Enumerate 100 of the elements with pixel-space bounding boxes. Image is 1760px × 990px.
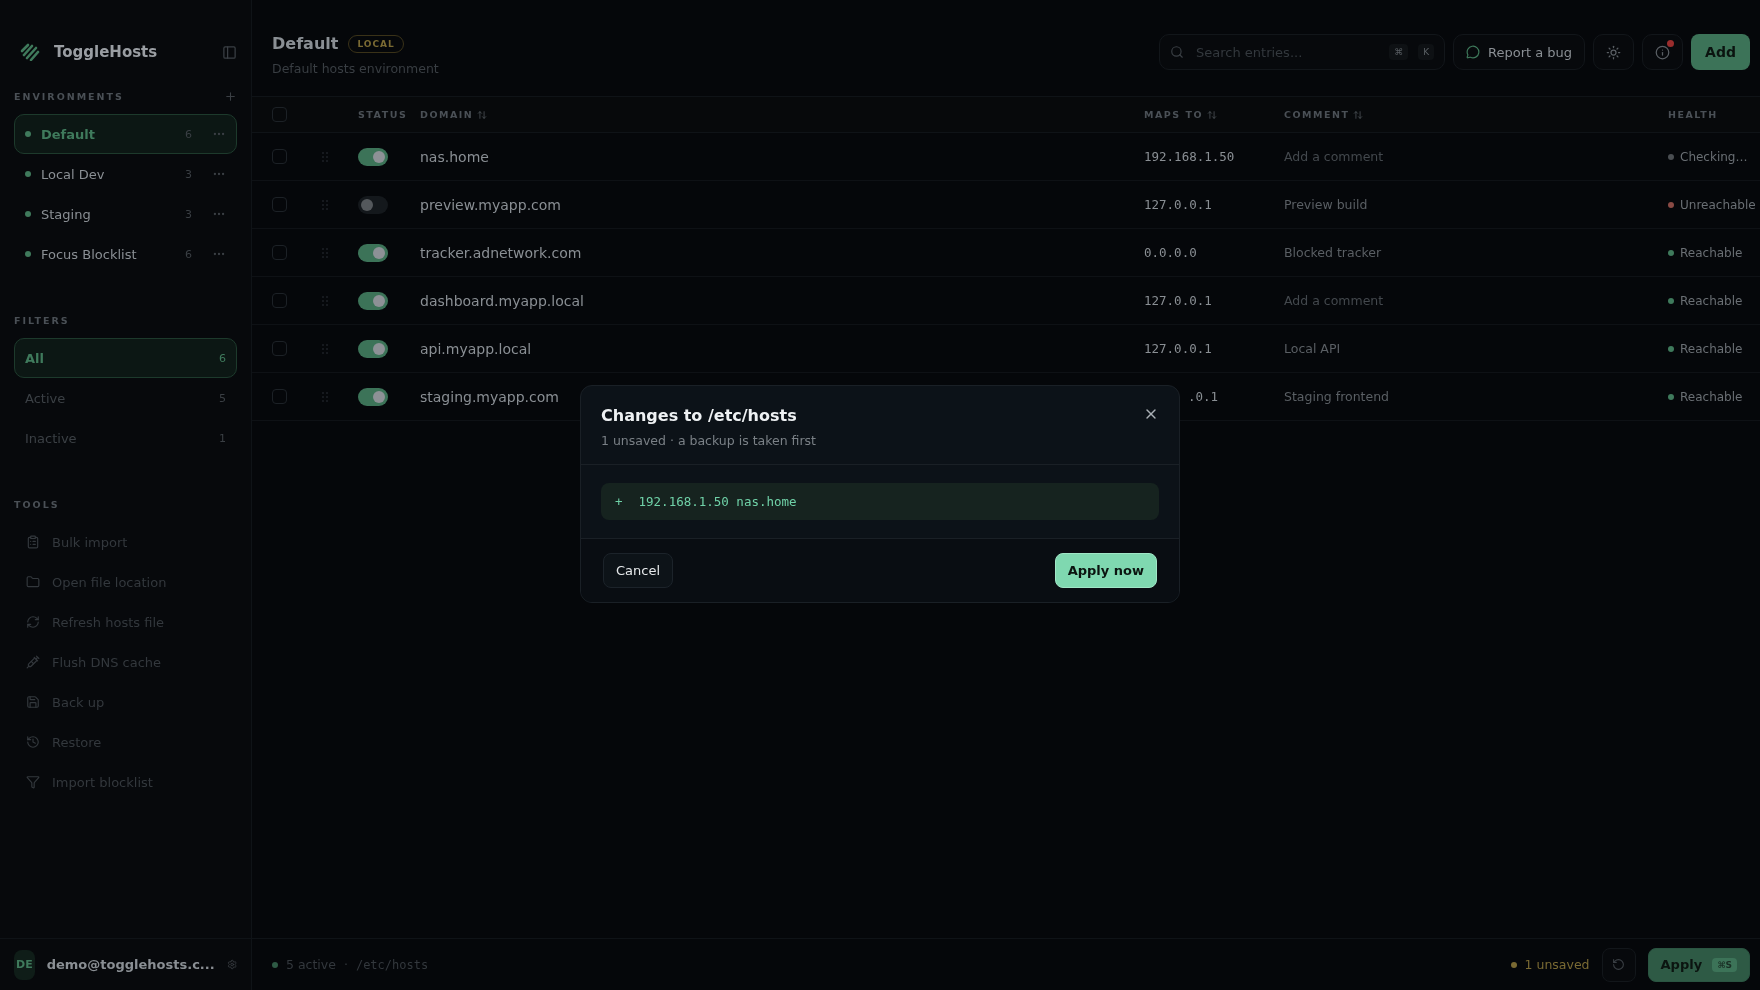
environment-item[interactable]: Local Dev 3	[14, 154, 237, 194]
apply-now-button[interactable]: Apply now	[1054, 553, 1157, 588]
status-toggle[interactable]	[358, 291, 388, 310]
entry-count: 6	[219, 351, 226, 365]
filter-item[interactable]: All 6	[14, 338, 237, 378]
environment-name: Local Dev	[41, 166, 106, 182]
domain-text: dashboard.myapp.local	[419, 292, 585, 309]
environment-name: Focus Blocklist	[41, 246, 138, 262]
folder-icon	[26, 575, 40, 589]
entry-count: 3	[185, 207, 192, 221]
ip-address: 127.0.0.1	[1144, 293, 1213, 308]
shortcut-key: ⌘S	[1712, 957, 1737, 972]
apply-button[interactable]: Apply ⌘S	[1647, 947, 1750, 982]
comment-text: Staging frontend	[1284, 389, 1391, 404]
row-checkbox[interactable]	[272, 197, 287, 212]
health-status: Reachable	[1680, 341, 1743, 356]
row-checkbox[interactable]	[272, 293, 287, 308]
separator: ·	[343, 957, 348, 972]
health-status: Unreachable	[1680, 197, 1756, 212]
filter-label: Active	[25, 390, 67, 406]
avatar: DE	[14, 949, 35, 980]
comment-placeholder[interactable]: Add a comment	[1284, 149, 1668, 164]
entry-count: 6	[185, 247, 192, 261]
status-toggle[interactable]	[358, 195, 388, 214]
health-status: Checking…	[1680, 149, 1748, 164]
add-button[interactable]: Add	[1691, 34, 1750, 70]
section-title: ENVIRONMENTS	[14, 90, 124, 102]
report-bug-button[interactable]: Report a bug	[1453, 34, 1586, 70]
unsaved-dot	[1510, 961, 1517, 968]
ip-address: 0.0.0.0	[1144, 245, 1198, 260]
logo-icon	[20, 43, 40, 61]
comment-placeholder[interactable]: Add a comment	[1284, 293, 1668, 308]
info-button[interactable]	[1642, 34, 1684, 70]
dialog-title: Changes to /etc/hosts	[601, 406, 798, 425]
filter-item[interactable]: Active 5	[14, 378, 237, 418]
shortcut-key: K	[1418, 44, 1435, 60]
revert-button[interactable]	[1601, 947, 1636, 982]
info-icon	[1655, 44, 1671, 60]
environment-name: Default	[41, 126, 96, 142]
dialog-subtitle: 1 unsaved · a backup is taken first	[601, 433, 817, 448]
domain-text: tracker.adnetwork.com	[419, 244, 583, 261]
ip-address: .0.1	[1187, 389, 1220, 404]
row-checkbox[interactable]	[272, 389, 287, 404]
section-title: FILTERS	[14, 314, 70, 326]
column-header[interactable]: MAPS TO	[1144, 109, 1284, 120]
sidebar-toggle-icon[interactable]	[222, 44, 237, 60]
status-toggle[interactable]	[358, 387, 388, 406]
domain-text: api.myapp.local	[419, 340, 533, 357]
entry-count: 3	[185, 167, 192, 181]
user-email: demo@togglehosts.c...	[46, 957, 215, 972]
environment-item[interactable]: Focus Blocklist 6	[14, 234, 237, 274]
domain-text: nas.home	[419, 148, 490, 165]
filter-icon	[26, 775, 40, 789]
page-title: Default	[272, 34, 339, 53]
comment-text: Blocked tracker	[1284, 245, 1383, 260]
health-status: Reachable	[1680, 245, 1743, 260]
column-header: HEALTH	[1668, 109, 1719, 120]
row-checkbox[interactable]	[272, 245, 287, 260]
sort-icon[interactable]	[1353, 109, 1364, 120]
row-checkbox[interactable]	[272, 341, 287, 356]
entry-count: 5	[219, 391, 226, 405]
refresh-icon	[26, 615, 40, 629]
sun-icon	[1606, 44, 1622, 60]
row-checkbox[interactable]	[272, 149, 287, 164]
select-all-checkbox[interactable]	[272, 107, 287, 122]
status-toggle[interactable]	[358, 339, 388, 358]
sort-icon[interactable]	[477, 109, 488, 120]
undo-icon	[1612, 958, 1626, 971]
filter-label: All	[25, 350, 45, 366]
notification-dot	[1667, 40, 1675, 47]
section-title: TOOLS	[14, 498, 60, 510]
environment-item[interactable]: Staging 3	[14, 194, 237, 234]
cancel-button[interactable]: Cancel	[603, 553, 674, 588]
status-toggle[interactable]	[358, 147, 388, 166]
entry-count: 1	[219, 431, 226, 445]
theme-button[interactable]	[1593, 34, 1635, 70]
chat-bubble-icon	[1466, 45, 1481, 59]
save-icon	[26, 695, 40, 709]
ip-address: 127.0.0.1	[1144, 197, 1213, 212]
settings-icon[interactable]	[226, 957, 237, 972]
ip-address: 127.0.0.1	[1144, 341, 1213, 356]
comment-text: Local API	[1284, 341, 1342, 356]
history-icon	[26, 735, 40, 749]
add-icon[interactable]	[224, 89, 237, 103]
search-icon	[1170, 45, 1185, 59]
ip-address: 192.168.1.50	[1144, 149, 1236, 164]
column-header: STATUS	[358, 109, 409, 120]
sort-icon[interactable]	[1207, 109, 1217, 120]
environment-name: Staging	[41, 206, 92, 222]
health-status: Reachable	[1680, 389, 1743, 404]
comment-text: Preview build	[1284, 197, 1369, 212]
domain-text: staging.myapp.com	[419, 388, 560, 405]
column-header[interactable]: DOMAIN	[416, 109, 1144, 120]
diff-text: 192.168.1.50 nas.home	[638, 494, 797, 509]
filter-label: Inactive	[25, 430, 78, 446]
clipboard-icon	[26, 535, 40, 549]
diff-sign: +	[615, 494, 623, 509]
filter-item[interactable]: Inactive 1	[14, 418, 237, 458]
column-header[interactable]: COMMENT	[1284, 109, 1668, 120]
status-toggle[interactable]	[358, 243, 388, 262]
